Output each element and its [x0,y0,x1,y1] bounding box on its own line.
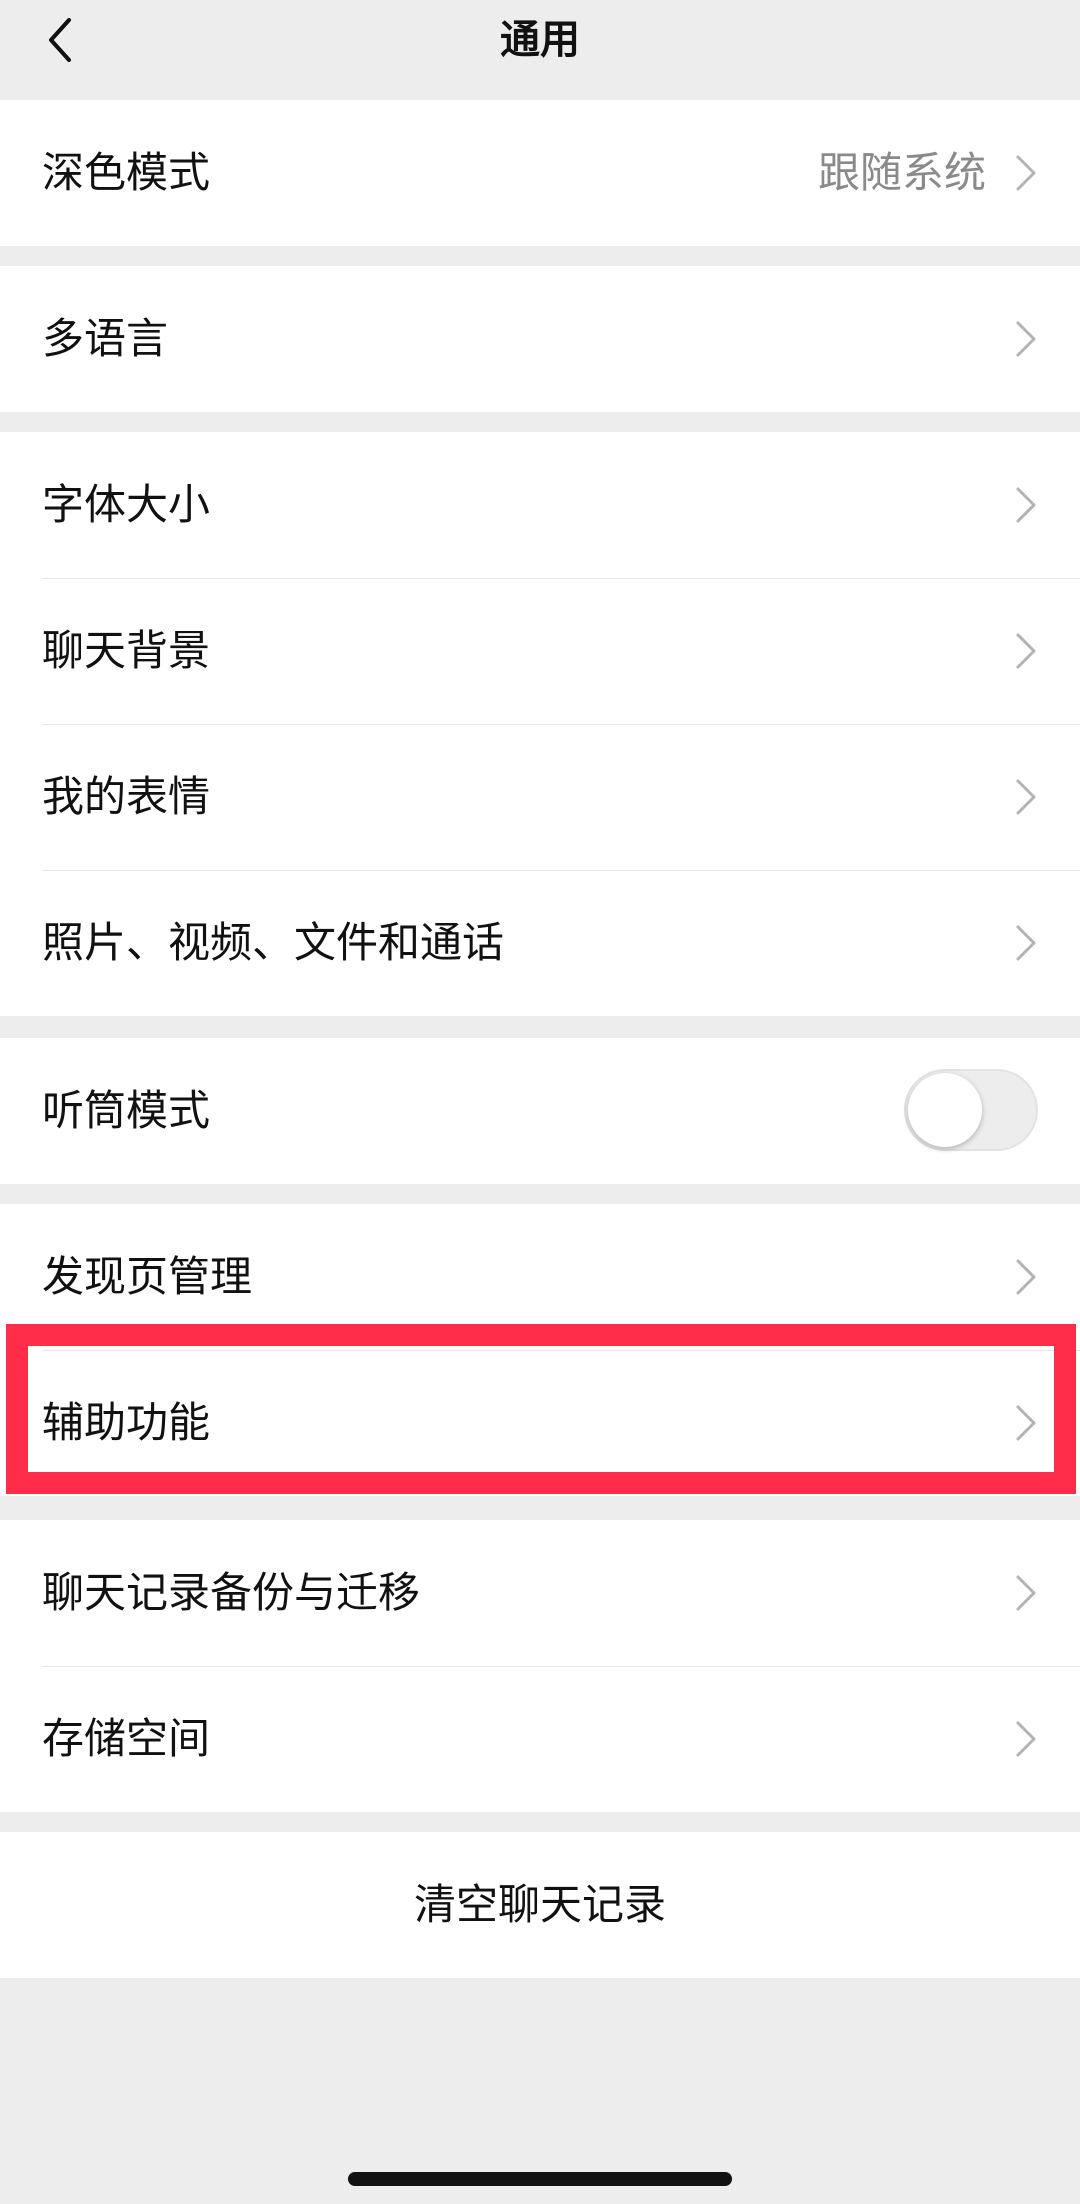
chevron-right-icon [1016,779,1036,815]
back-button[interactable] [30,8,90,72]
settings-item-label: 深色模式 [42,148,211,197]
page-title: 通用 [500,17,580,63]
chevron-right-icon [1016,633,1036,669]
settings-group-language: 多语言 [0,266,1080,412]
chevron-right-icon [1016,925,1036,961]
chevron-right-icon [1016,1721,1036,1757]
settings-item-earpiece-mode: 听筒模式 [0,1038,1080,1184]
settings-item-accessibility[interactable]: 辅助功能 [0,1350,1080,1496]
chevron-right-icon [1016,155,1036,191]
settings-group-clear: 清空聊天记录 [0,1832,1080,1978]
settings-group-discover: 发现页管理 辅助功能 [0,1204,1080,1496]
settings-item-discover-management[interactable]: 发现页管理 [0,1204,1080,1350]
settings-item-label: 发现页管理 [42,1252,253,1301]
settings-item-media-files[interactable]: 照片、视频、文件和通话 [0,870,1080,1016]
settings-item-language[interactable]: 多语言 [0,266,1080,412]
settings-group-earpiece: 听筒模式 [0,1038,1080,1184]
settings-item-label: 我的表情 [42,772,211,821]
toggle-knob [908,1073,982,1147]
chevron-right-icon [1016,487,1036,523]
settings-item-chat-backup[interactable]: 聊天记录备份与迁移 [0,1520,1080,1666]
settings-item-label: 聊天背景 [42,626,211,675]
chevron-right-icon [1016,1575,1036,1611]
settings-group-appearance: 字体大小 聊天背景 我的表情 照片、视频、文件和通话 [0,432,1080,1016]
settings-item-label: 照片、视频、文件和通话 [42,918,505,967]
settings-item-label: 存储空间 [42,1714,211,1763]
settings-item-font-size[interactable]: 字体大小 [0,432,1080,578]
settings-item-label: 辅助功能 [42,1398,211,1447]
chevron-right-icon [1016,1405,1036,1441]
chevron-right-icon [1016,1259,1036,1295]
settings-item-dark-mode[interactable]: 深色模式 跟随系统 [0,100,1080,246]
settings-item-label: 聊天记录备份与迁移 [42,1568,421,1617]
settings-item-label: 听筒模式 [42,1086,211,1135]
settings-item-value: 跟随系统 [817,148,986,197]
chevron-right-icon [1016,321,1036,357]
navigation-bar: 通用 [0,0,1080,100]
clear-chat-history-label: 清空聊天记录 [413,1880,666,1929]
settings-item-storage[interactable]: 存储空间 [0,1666,1080,1812]
settings-item-label: 多语言 [42,314,169,363]
settings-item-label: 字体大小 [42,480,211,529]
settings-item-my-stickers[interactable]: 我的表情 [0,724,1080,870]
settings-group-storage: 聊天记录备份与迁移 存储空间 [0,1520,1080,1812]
settings-item-chat-background[interactable]: 聊天背景 [0,578,1080,724]
clear-chat-history-button[interactable]: 清空聊天记录 [0,1832,1080,1978]
earpiece-mode-toggle[interactable] [904,1069,1038,1151]
chevron-left-icon [49,18,71,62]
settings-group-dark-mode: 深色模式 跟随系统 [0,100,1080,246]
home-indicator[interactable] [348,2172,732,2186]
